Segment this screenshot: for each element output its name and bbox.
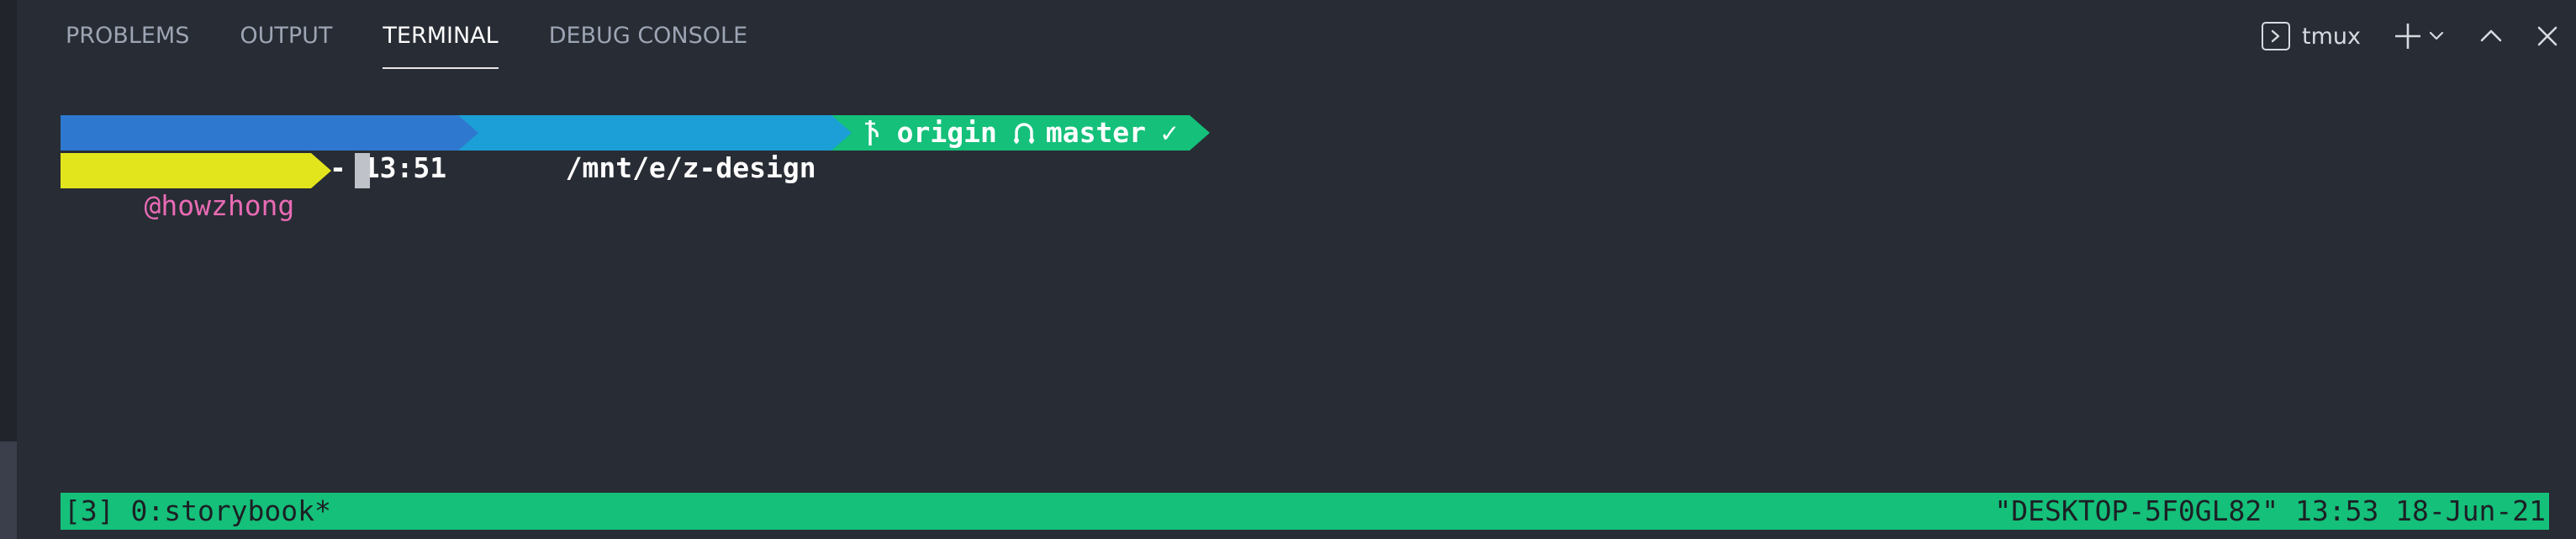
panel-tabs: PROBLEMS OUTPUT TERMINAL DEBUG CONSOLE [66,0,798,72]
tab-problems[interactable]: PROBLEMS [66,0,189,72]
tmux-host-clock: "DESKTOP-5F0GL82" 13:53 18-Jun-21 [1994,494,2546,527]
tmux-window-list: [3] 0:storybook* [64,494,331,527]
close-icon [2537,26,2558,46]
git-branch: master [1045,116,1147,149]
powerline-separator [1189,115,1210,151]
terminal-selector[interactable]: tmux [2262,22,2361,50]
git-branch-icon [864,120,879,145]
panel-actions: tmux [2262,0,2559,72]
terminal-cursor[interactable] [355,153,371,188]
git-branch-symbol-icon [1013,123,1034,144]
gutter-indicator [0,441,17,539]
git-status: ✓ [1161,116,1178,149]
prompt-path-segment: /mnt/e/z-design [478,115,831,184]
chevron-up-icon [2480,29,2502,42]
tab-terminal[interactable]: TERMINAL [383,0,499,72]
powerline-separator [458,115,479,151]
maximize-panel-button[interactable] [2478,24,2504,49]
plus-icon [2395,24,2420,49]
close-panel-button[interactable] [2536,24,2559,48]
terminal-name: tmux [2302,23,2361,50]
new-terminal-button[interactable] [2393,21,2423,51]
powerline-separator [311,153,332,188]
tab-output[interactable]: OUTPUT [240,0,332,72]
git-remote: origin [896,116,997,149]
prompt-git-segment: origin master ✓ [851,115,1190,151]
terminal-icon [2262,22,2291,50]
prompt-date-segment: Fri 18 Jun - 13:51 [61,115,459,184]
left-gutter [0,0,17,539]
prompt-user: @howzhong [144,189,295,222]
powerline-separator [831,115,852,151]
tmux-status-bar: [3] 0:storybook* "DESKTOP-5F0GL82" 13:53… [61,493,2549,530]
chevron-down-icon [2429,31,2444,40]
prompt-line: Fri 18 Jun - 13:51 /mnt/e/z-design origi… [61,115,1210,184]
prompt-user-segment: @howzhong [61,153,312,222]
panel-header: PROBLEMS OUTPUT TERMINAL DEBUG CONSOLE t… [17,0,2576,72]
terminal-dropdown-button[interactable] [2428,28,2445,45]
tab-debug-console[interactable]: DEBUG CONSOLE [549,0,747,72]
prompt-input-line: @howzhong [61,153,371,222]
prompt-path: /mnt/e/z-design [565,151,816,184]
